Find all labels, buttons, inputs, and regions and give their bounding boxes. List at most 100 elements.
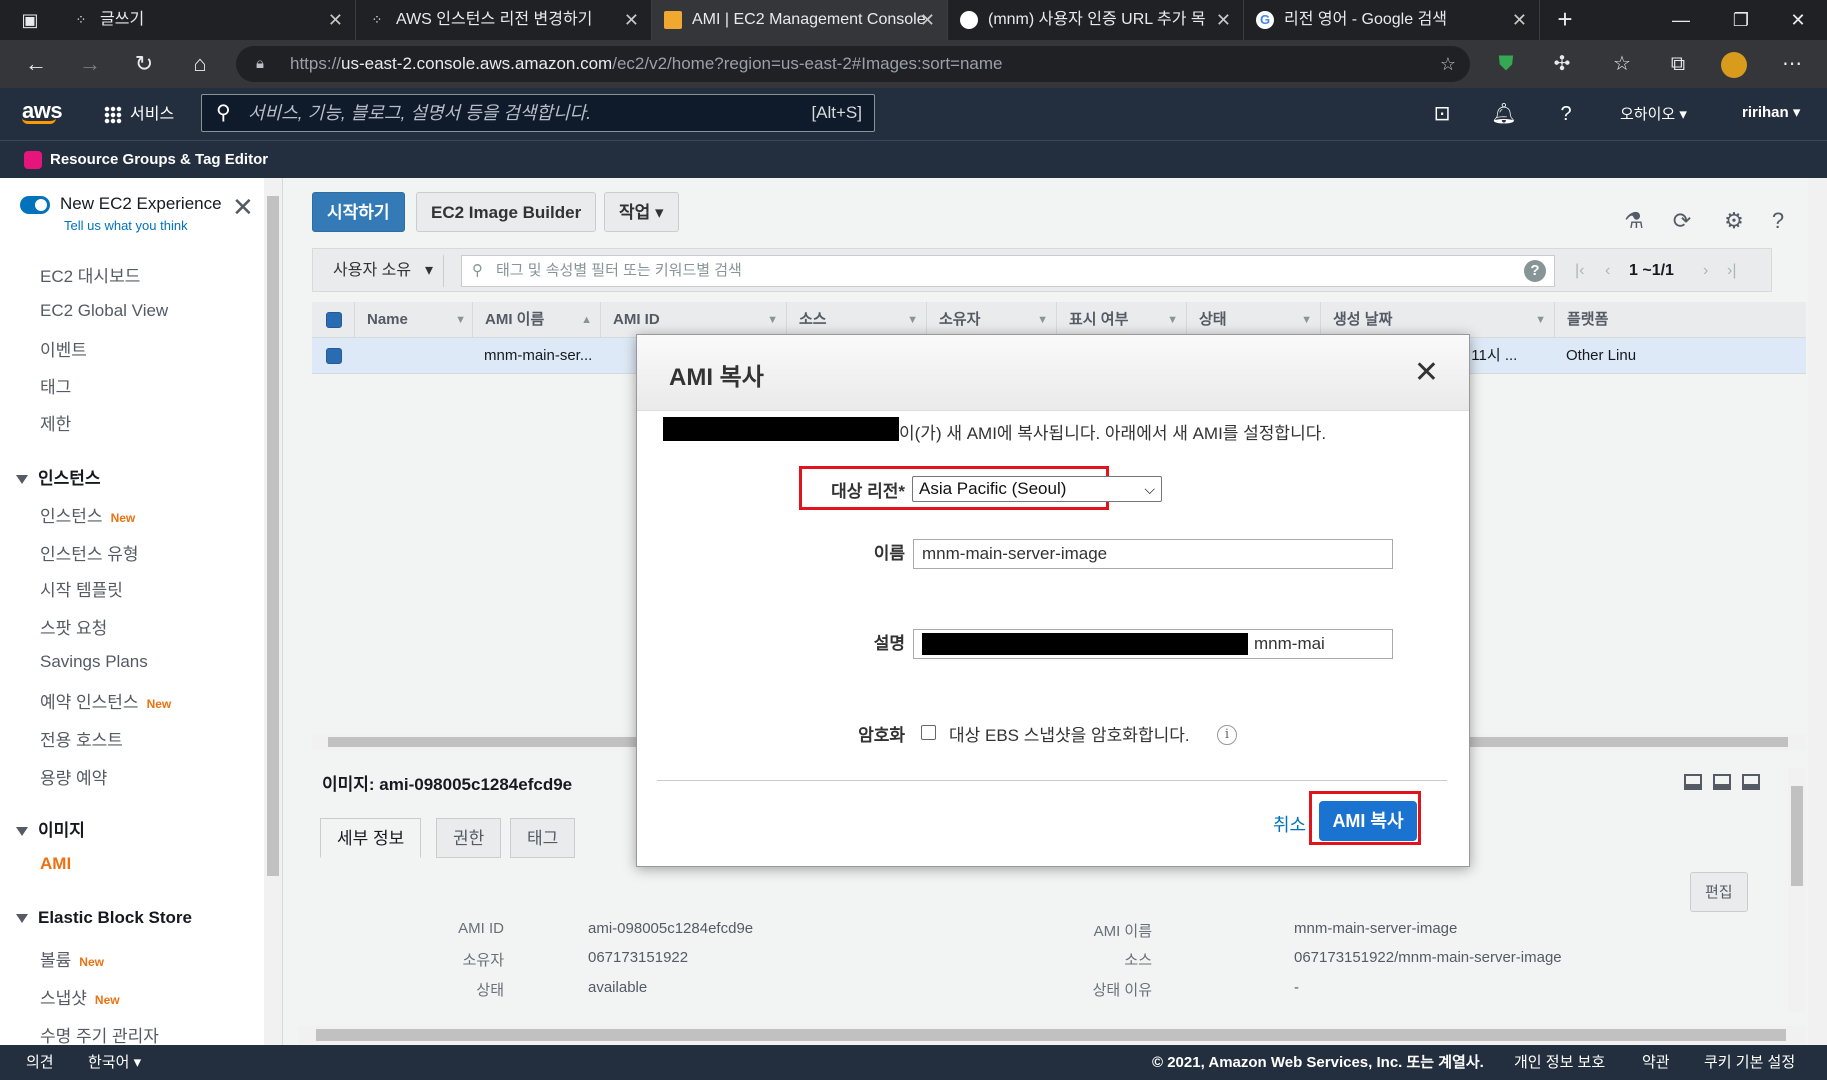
reload-icon[interactable]: ↻: [124, 40, 164, 88]
close-icon[interactable]: ✕: [1414, 355, 1439, 390]
sidebar-item-launch-templates[interactable]: 시작 템플릿: [40, 576, 123, 601]
last-page-icon[interactable]: ›|: [1727, 249, 1736, 293]
profile-avatar[interactable]: [1714, 40, 1754, 88]
add-favorite-icon[interactable]: ☆: [1440, 46, 1456, 82]
forward-icon[interactable]: →: [70, 40, 110, 88]
tab-actions-icon[interactable]: ▣: [0, 0, 60, 40]
tab-permissions[interactable]: 권한: [436, 818, 502, 858]
url-field[interactable]: 🔒︎ https://us-east-2.console.aws.amazon.…: [236, 46, 1470, 82]
panel-layout-icon[interactable]: [1713, 774, 1731, 790]
detail-vertical-scrollbar[interactable]: [1788, 768, 1806, 1012]
launch-button[interactable]: 시작하기: [312, 192, 405, 232]
collections-icon[interactable]: ⧉: [1658, 40, 1698, 88]
gear-icon[interactable]: ⚙: [1720, 208, 1748, 236]
extensions-icon[interactable]: ✣: [1542, 40, 1582, 88]
terms-link[interactable]: 약관: [1642, 1045, 1670, 1080]
notifications-bell-icon[interactable]: 🔔︎: [1490, 100, 1518, 128]
next-page-icon[interactable]: ›: [1703, 249, 1708, 293]
new-experience-toggle[interactable]: [20, 196, 50, 214]
more-menu-icon[interactable]: ⋯: [1772, 40, 1812, 88]
account-menu[interactable]: ririhan ▾: [1742, 103, 1800, 121]
sidebar-item-volumes[interactable]: 볼륨 New: [40, 946, 104, 971]
close-icon[interactable]: ✕: [232, 192, 254, 223]
search-input[interactable]: ⚲ 서비스, 기능, 블로그, 설명서 등을 검색합니다. [Alt+S]: [201, 94, 875, 132]
encrypt-checkbox[interactable]: [921, 725, 936, 740]
help-icon[interactable]: ?: [1524, 260, 1546, 282]
scrollbar-thumb[interactable]: [316, 1029, 1786, 1041]
shield-extension-icon[interactable]: ⛊: [1486, 40, 1526, 88]
home-icon[interactable]: ⌂: [180, 40, 220, 88]
sidebar-item-events[interactable]: 이벤트: [40, 336, 87, 361]
sidebar-item-lifecycle-manager[interactable]: 수명 주기 관리자: [40, 1022, 159, 1045]
flask-icon[interactable]: ⚗: [1620, 208, 1648, 236]
window-close-icon[interactable]: ✕: [1769, 0, 1827, 40]
filter-input[interactable]: ⚲ 태그 및 속성별 필터 또는 키워드별 검색 ?: [461, 255, 1555, 287]
sidebar-item-snapshots[interactable]: 스냅샷 New: [40, 984, 120, 1009]
tab-tags[interactable]: 태그: [510, 818, 576, 858]
sidebar-item-dashboard[interactable]: EC2 대시보드: [40, 262, 140, 287]
browser-tab[interactable]: ⁘ AWS 인스턴스 리전 변경하기 ✕: [356, 0, 652, 40]
panel-layout-icon[interactable]: [1684, 774, 1702, 790]
col-name[interactable]: Name ▼: [354, 302, 474, 338]
refresh-icon[interactable]: ⟳: [1668, 208, 1696, 236]
favorites-icon[interactable]: ☆: [1602, 40, 1642, 88]
col-visibility[interactable]: 표시 여부 ▼: [1056, 302, 1186, 338]
close-tab-icon[interactable]: ✕: [1512, 0, 1527, 40]
col-platform[interactable]: 플랫폼: [1554, 302, 1806, 338]
col-creation-date[interactable]: 생성 날짜 ▼: [1320, 302, 1554, 338]
browser-tab[interactable]: ⁘ 글쓰기 ✕: [60, 0, 356, 40]
sidebar-item-ami[interactable]: AMI: [40, 854, 71, 874]
encrypt-checkbox-label[interactable]: 대상 EBS 스냅샷을 암호화합니다.: [949, 721, 1190, 746]
cookie-settings-link[interactable]: 쿠키 기본 설정: [1704, 1045, 1795, 1080]
owner-filter-select[interactable]: 사용자 소유: [321, 255, 445, 287]
aws-logo[interactable]: aws: [22, 98, 63, 124]
col-owner[interactable]: 소유자 ▼: [926, 302, 1056, 338]
feedback-link[interactable]: 의견: [26, 1045, 54, 1080]
cancel-button[interactable]: 취소: [1273, 811, 1307, 837]
sidebar-item-dedicated-hosts[interactable]: 전용 호스트: [40, 726, 123, 751]
sidebar-item-instance-types[interactable]: 인스턴스 유형: [40, 540, 139, 565]
name-input[interactable]: mnm-main-server-image: [913, 539, 1393, 569]
col-status[interactable]: 상태 ▼: [1186, 302, 1320, 338]
close-tab-icon[interactable]: ✕: [328, 0, 343, 40]
page-vertical-scrollbar[interactable]: [1808, 178, 1827, 1045]
region-selector[interactable]: 오하이오 ▾: [1620, 103, 1687, 124]
select-all-checkbox[interactable]: [326, 312, 342, 328]
sidebar-item-savings-plans[interactable]: Savings Plans: [40, 652, 148, 672]
close-tab-icon[interactable]: ✕: [624, 0, 639, 40]
browser-tab[interactable]: G 리전 영어 - Google 검색 ✕: [1244, 0, 1540, 40]
first-page-icon[interactable]: |‹: [1575, 249, 1584, 293]
page-horizontal-scrollbar[interactable]: [298, 1026, 1806, 1044]
cloudshell-icon[interactable]: ⊡: [1428, 100, 1456, 128]
help-icon[interactable]: ?: [1764, 208, 1792, 236]
feedback-link[interactable]: Tell us what you think: [64, 218, 188, 233]
col-ami-id[interactable]: AMI ID ▼: [600, 302, 786, 338]
scrollbar-thumb[interactable]: [1791, 786, 1803, 886]
language-selector[interactable]: 한국어 ▾: [88, 1045, 141, 1080]
sidebar-item-instances[interactable]: 인스턴스 New: [40, 502, 135, 527]
actions-button[interactable]: 작업 ▾: [604, 192, 679, 232]
close-tab-icon[interactable]: ✕: [920, 0, 935, 40]
col-source[interactable]: 소스 ▼: [786, 302, 926, 338]
help-icon[interactable]: ?: [1552, 100, 1580, 128]
scrollbar-thumb[interactable]: [267, 196, 279, 876]
sidebar-item-tags[interactable]: 태그: [40, 373, 71, 398]
col-ami-name[interactable]: AMI 이름 ▲: [472, 302, 600, 338]
image-builder-button[interactable]: EC2 Image Builder: [416, 192, 597, 232]
section-instances[interactable]: 인스턴스: [16, 464, 101, 489]
description-input[interactable]: mnm-mai: [913, 629, 1393, 659]
sidebar-scrollbar[interactable]: [264, 178, 282, 1045]
close-tab-icon[interactable]: ✕: [1216, 0, 1231, 40]
browser-tab[interactable]: (mnm) 사용자 인증 URL 추가 목 ✕: [948, 0, 1244, 40]
row-checkbox[interactable]: [326, 348, 342, 364]
destination-region-select[interactable]: Asia Pacific (Seoul) ⌵: [912, 476, 1162, 502]
sidebar-item-global-view[interactable]: EC2 Global View: [40, 301, 168, 321]
sidebar-item-capacity-reservations[interactable]: 용량 예약: [40, 764, 107, 789]
browser-tab-active[interactable]: AMI | EC2 Management Console ✕: [652, 0, 948, 40]
privacy-link[interactable]: 개인 정보 보호: [1514, 1045, 1605, 1080]
prev-page-icon[interactable]: ‹: [1605, 249, 1610, 293]
info-icon[interactable]: i: [1217, 725, 1237, 745]
tab-details[interactable]: 세부 정보: [320, 818, 422, 858]
maximize-icon[interactable]: ❐: [1712, 0, 1770, 40]
services-menu[interactable]: 서비스: [104, 100, 174, 124]
